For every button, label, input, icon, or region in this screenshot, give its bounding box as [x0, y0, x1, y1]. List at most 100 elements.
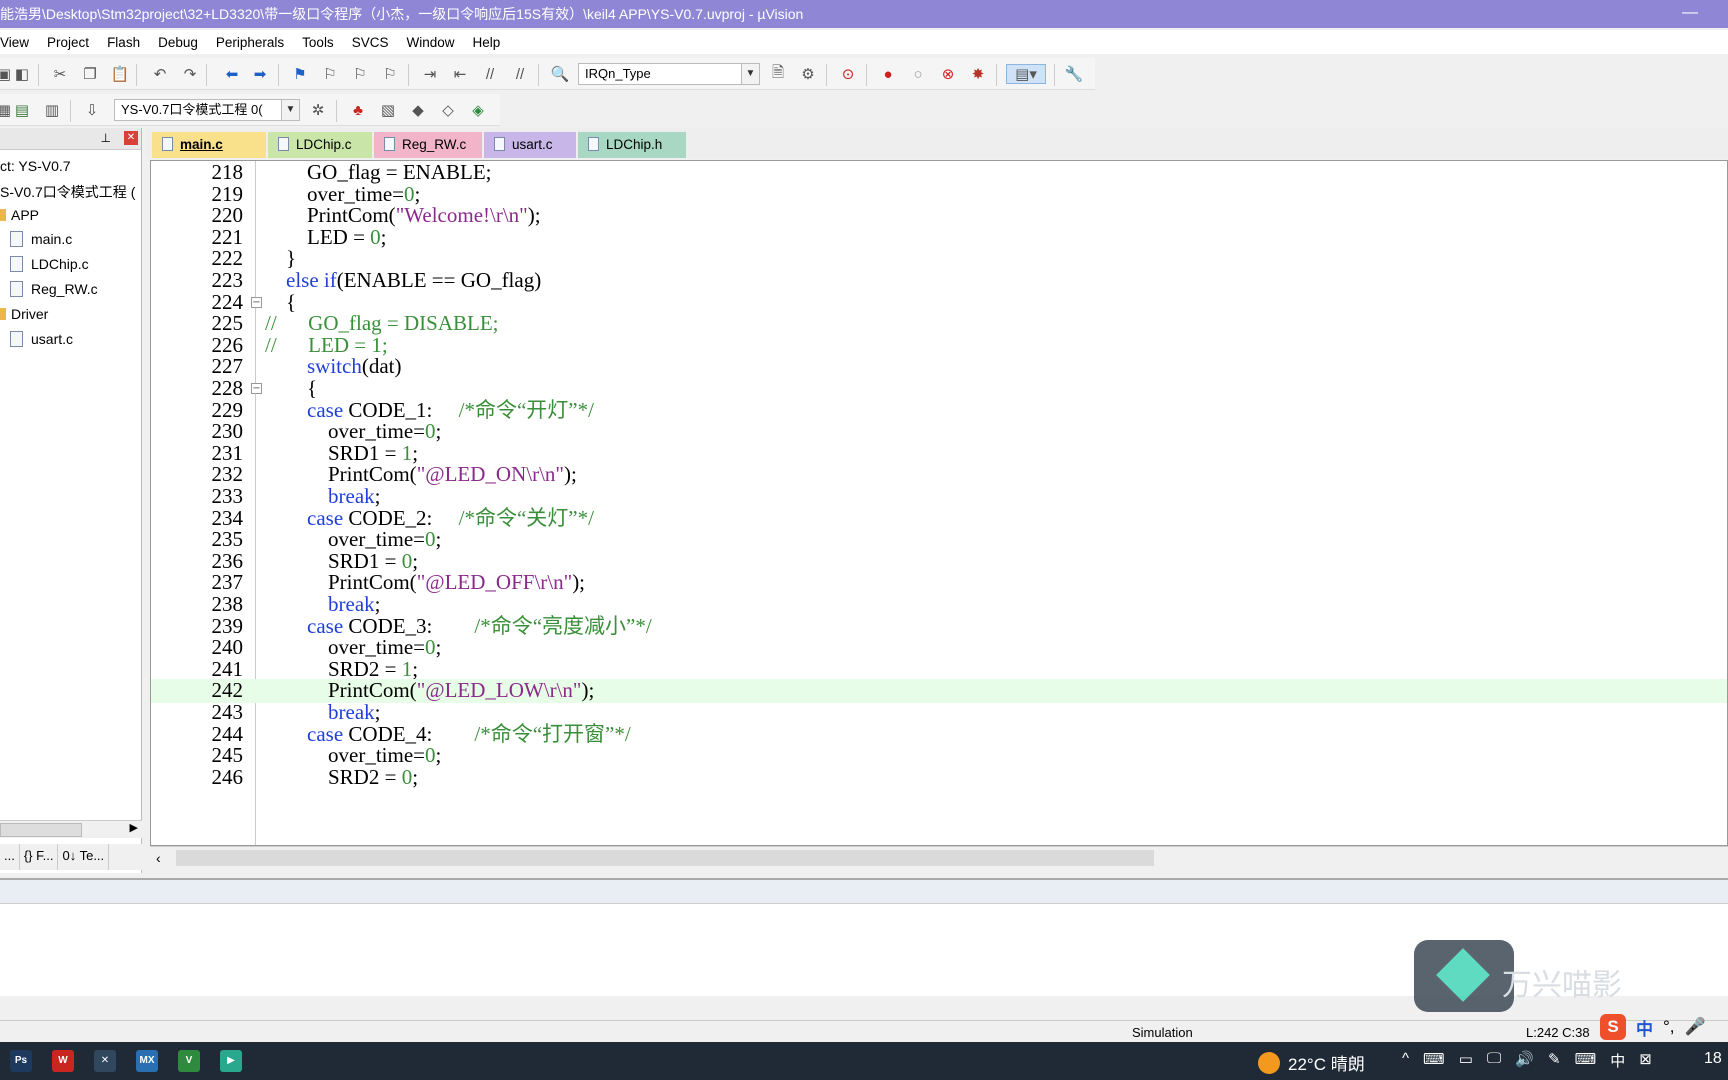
- save-all-icon[interactable]: ◧: [12, 64, 32, 84]
- breakpoint-icon[interactable]: ●: [878, 64, 898, 84]
- code-line[interactable]: 242 PrintCom("@LED_LOW\r\n");: [151, 679, 1727, 704]
- chevron-down-icon[interactable]: ▼: [741, 64, 759, 84]
- minimize-button[interactable]: —: [1682, 4, 1698, 22]
- menu-peripherals[interactable]: Peripherals: [208, 35, 294, 50]
- tray-app-icon[interactable]: ⌨: [1423, 1050, 1445, 1071]
- target-options-icon[interactable]: ✲: [308, 100, 328, 120]
- clock[interactable]: 18: [1704, 1050, 1722, 1068]
- scroll-left-icon[interactable]: ‹: [156, 850, 161, 866]
- project-target[interactable]: S-V0.7口令模式工程 (: [0, 182, 135, 202]
- fold-toggle-icon[interactable]: −: [251, 296, 262, 308]
- undo-icon[interactable]: ↶: [150, 64, 170, 84]
- tree-file-ldchip[interactable]: LDChip.c: [10, 256, 89, 272]
- breakpoint-disable-all-icon[interactable]: ⊗: [938, 64, 958, 84]
- input-language[interactable]: 中: [1610, 1050, 1625, 1071]
- redo-icon[interactable]: ↷: [180, 64, 200, 84]
- manage-project-icon[interactable]: ♣: [348, 100, 368, 120]
- nav-back-icon[interactable]: ⬅: [222, 64, 242, 84]
- photoshop-icon[interactable]: Ps: [10, 1050, 32, 1072]
- volume-icon[interactable]: 🔊: [1515, 1050, 1534, 1071]
- editor-tab-usart-c[interactable]: usart.c: [484, 132, 576, 158]
- bookmark-icon[interactable]: ⚑: [290, 64, 310, 84]
- editor-tab-ldchip-c[interactable]: LDChip.c: [268, 132, 372, 158]
- breakpoint-kill-all-icon[interactable]: ✸: [968, 64, 988, 84]
- fold-toggle-icon[interactable]: −: [251, 383, 262, 394]
- find-icon[interactable]: 🗎: [768, 64, 788, 84]
- ime-punctuation[interactable]: °,: [1663, 1017, 1675, 1037]
- weather-widget[interactable]: 22°C 晴朗: [1258, 1050, 1365, 1075]
- code-line[interactable]: 232 PrintCom("@LED_ON\r\n");: [151, 463, 1727, 487]
- menu-flash[interactable]: Flash: [99, 35, 150, 50]
- menu-view[interactable]: View: [0, 35, 39, 50]
- battery-icon[interactable]: ▭: [1459, 1050, 1473, 1071]
- comment-icon[interactable]: //: [480, 64, 500, 84]
- menu-window[interactable]: Window: [398, 35, 464, 50]
- code-line[interactable]: 246 SRD2 = 0;: [151, 765, 1727, 790]
- nav-forward-icon[interactable]: ➡: [250, 64, 270, 84]
- code-line[interactable]: 221 LED = 0;: [151, 225, 1727, 250]
- wps-icon[interactable]: W: [52, 1050, 74, 1072]
- pack-installer-icon[interactable]: ◈: [468, 100, 488, 120]
- tree-file-usart[interactable]: usart.c: [10, 331, 73, 347]
- microphone-icon[interactable]: 🎤: [1685, 1017, 1706, 1037]
- keil-icon[interactable]: V: [178, 1050, 200, 1072]
- tab-project[interactable]: ...: [0, 844, 20, 870]
- build-icon[interactable]: ▤: [12, 100, 32, 120]
- bookmark-next-icon[interactable]: ⚐: [350, 64, 370, 84]
- uncomment-icon[interactable]: //: [510, 64, 530, 84]
- copy-icon[interactable]: ❐: [80, 64, 100, 84]
- tool-icon[interactable]: ✕: [94, 1050, 116, 1072]
- unindent-icon[interactable]: ⇤: [450, 64, 470, 84]
- find-in-files-icon[interactable]: 🔍: [550, 64, 570, 84]
- pin-icon[interactable]: ⊥: [101, 131, 111, 145]
- breakpoint-disable-icon[interactable]: ○: [908, 64, 928, 84]
- download-icon[interactable]: ⇩: [82, 100, 102, 120]
- tree-group-driver[interactable]: Driver: [0, 306, 48, 322]
- project-horizontal-scrollbar[interactable]: ▶: [0, 820, 142, 838]
- configure-icon[interactable]: 🔧: [1064, 64, 1084, 84]
- scrollbar-thumb[interactable]: [0, 823, 82, 837]
- scroll-right-icon[interactable]: ▶: [130, 821, 138, 834]
- close-icon[interactable]: ✕: [124, 131, 138, 145]
- ime-status-icon[interactable]: ⊠: [1639, 1050, 1652, 1071]
- code-line[interactable]: 220 PrintCom("Welcome!\r\n");: [151, 203, 1727, 228]
- menu-tools[interactable]: Tools: [294, 35, 344, 50]
- editor-tab-main-c[interactable]: main.c: [152, 132, 266, 158]
- incremental-find-icon[interactable]: ⚙: [798, 64, 818, 84]
- scrollbar-thumb[interactable]: [176, 850, 1154, 866]
- keyboard-icon[interactable]: ⌨: [1575, 1050, 1597, 1071]
- file-extensions-icon[interactable]: ▧: [378, 100, 398, 120]
- ime-mode[interactable]: 中: [1636, 1015, 1653, 1040]
- menu-svcs[interactable]: SVCS: [344, 35, 399, 50]
- paste-icon[interactable]: 📋: [110, 64, 130, 84]
- select-packs-icon[interactable]: ◆: [408, 100, 428, 120]
- code-editor[interactable]: 218 GO_flag = ENABLE; 219 over_time=0; 220…: [150, 160, 1728, 846]
- menu-project[interactable]: Project: [39, 35, 99, 50]
- tree-group-app[interactable]: APP: [0, 207, 39, 223]
- code-line[interactable]: 223 else if(ENABLE == GO_flag): [151, 268, 1727, 293]
- project-root[interactable]: ct: YS-V0.7: [0, 158, 71, 174]
- function-combo[interactable]: IRQn_Type ▼: [578, 63, 760, 85]
- target-combo[interactable]: YS-V0.7口令模式工程 0( ▼: [114, 99, 300, 121]
- bookmark-prev-icon[interactable]: ⚐: [320, 64, 340, 84]
- code-line[interactable]: 237 PrintCom("@LED_OFF\r\n");: [151, 571, 1727, 595]
- tab-templates[interactable]: 0↓ Te...: [58, 844, 110, 870]
- cut-icon[interactable]: ✂: [50, 64, 70, 84]
- editor-horizontal-scrollbar[interactable]: ‹: [150, 846, 1728, 868]
- filmora-icon[interactable]: ▶: [220, 1050, 242, 1072]
- pen-icon[interactable]: ✎: [1548, 1050, 1561, 1071]
- editor-tab-ldchip-h[interactable]: LDChip.h: [578, 132, 686, 158]
- bookmark-clear-icon[interactable]: ⚐: [380, 64, 400, 84]
- sogou-ime-icon[interactable]: S: [1600, 1014, 1626, 1040]
- mx-icon[interactable]: MX: [136, 1050, 158, 1072]
- chevron-down-icon[interactable]: ▼: [281, 100, 299, 120]
- network-icon[interactable]: 🖵: [1487, 1050, 1501, 1071]
- indent-icon[interactable]: ⇥: [420, 64, 440, 84]
- menu-help[interactable]: Help: [464, 35, 510, 50]
- runtime-env-icon[interactable]: ◇: [438, 100, 458, 120]
- debug-session-icon[interactable]: ⊙: [838, 64, 858, 84]
- rebuild-icon[interactable]: ▥: [42, 100, 62, 120]
- tab-functions[interactable]: {} F...: [20, 844, 59, 870]
- menu-debug[interactable]: Debug: [150, 35, 208, 50]
- code-line[interactable]: 227 switch(dat): [151, 355, 1727, 379]
